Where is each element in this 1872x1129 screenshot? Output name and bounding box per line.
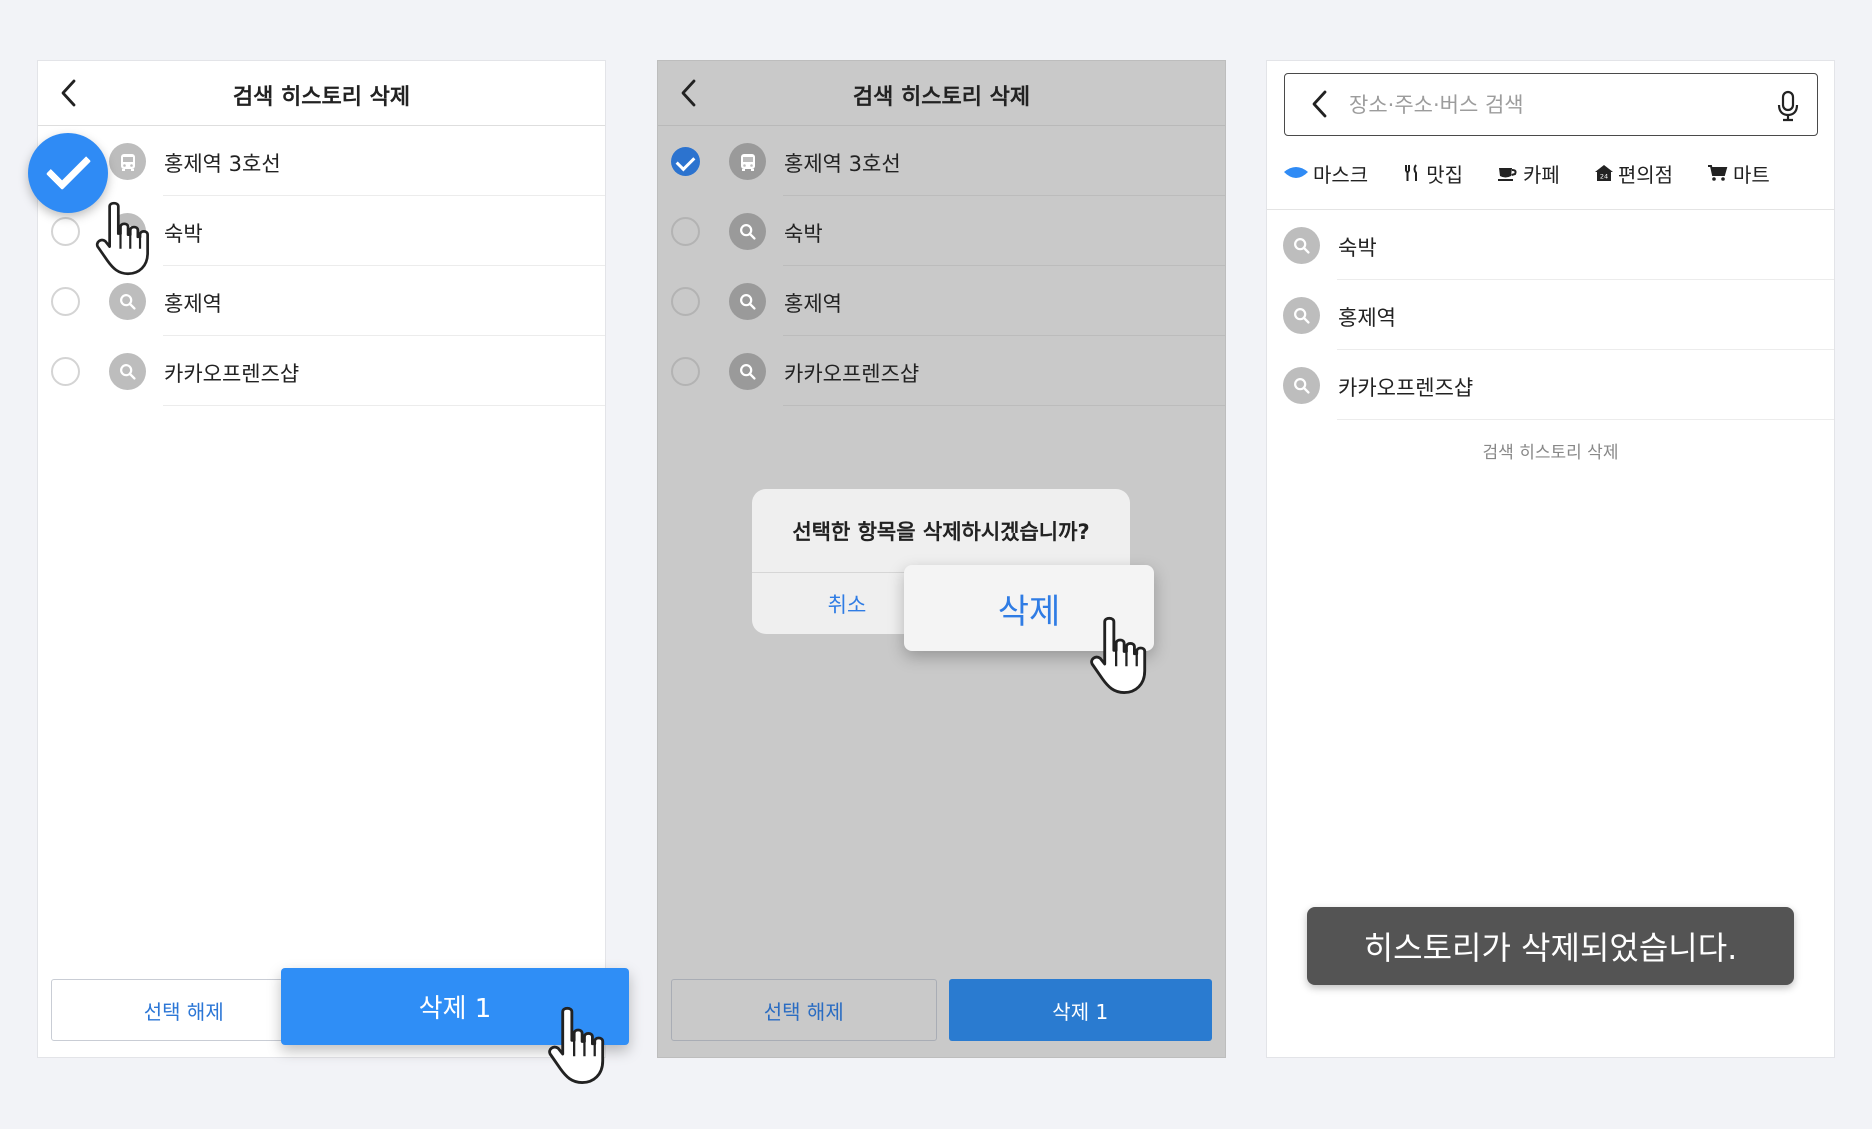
search-icon (1283, 297, 1320, 334)
history-list: 숙박 홍제역 카카오프렌즈샵 (1267, 209, 1834, 420)
search-icon (1283, 227, 1320, 264)
fork-knife-icon (1405, 164, 1418, 181)
item-label: 카카오프렌즈샵 (1338, 376, 1474, 400)
category-mart[interactable]: 마트 (1707, 158, 1770, 188)
store-24-icon: 24 (1594, 165, 1613, 181)
search-icon (109, 353, 146, 390)
toast-message: 히스토리가 삭제되었습니다. (1307, 907, 1794, 985)
checkbox[interactable] (671, 217, 700, 246)
back-arrow-icon[interactable] (1301, 84, 1341, 124)
list-item[interactable]: 카카오프렌즈샵 (658, 336, 1225, 406)
screen-select-history: 검색 히스토리 삭제 홍제역 3호선 숙박 홍제역 카카오프렌즈샵 선택 해제 … (28, 60, 629, 1058)
item-label: 숙박 (784, 222, 823, 246)
divider (1337, 419, 1834, 420)
search-icon (729, 213, 766, 250)
list-item[interactable]: 카카오프렌즈샵 (38, 336, 605, 406)
list-item[interactable]: 홍제역 (1267, 280, 1834, 350)
item-label: 카카오프렌즈샵 (784, 362, 920, 386)
bus-icon (729, 143, 766, 180)
pointer-hand-icon (546, 1006, 616, 1086)
page-title: 검색 히스토리 삭제 (232, 85, 411, 110)
category-mask[interactable]: 마스크 (1283, 158, 1368, 188)
search-icon (1283, 367, 1320, 404)
deselect-button[interactable]: 선택 해제 (671, 979, 937, 1041)
screen-history-deleted: 마스크 맛집 카페 24 편의점 마트 숙박 홍제역 (1266, 60, 1835, 1058)
search-input[interactable] (1349, 86, 1749, 124)
category-label: 카페 (1523, 162, 1560, 187)
microphone-icon[interactable] (1773, 89, 1803, 123)
category-convenience-store[interactable]: 24 편의점 (1594, 158, 1673, 188)
item-label: 홍제역 3호선 (164, 152, 281, 176)
svg-text:24: 24 (1600, 173, 1608, 181)
coffee-cup-icon (1498, 168, 1517, 181)
list-item[interactable]: 숙박 (1267, 210, 1834, 280)
category-label: 맛집 (1426, 162, 1464, 187)
history-list: 홍제역 3호선 숙박 홍제역 카카오프렌즈샵 (658, 126, 1225, 406)
page-title: 검색 히스토리 삭제 (852, 85, 1031, 110)
category-bar: 마스크 맛집 카페 24 편의점 마트 (1283, 158, 1834, 188)
category-label: 마트 (1733, 162, 1770, 187)
delete-history-link[interactable]: 검색 히스토리 삭제 (1267, 438, 1834, 463)
item-label: 홍제역 (164, 292, 222, 316)
header: 검색 히스토리 삭제 (658, 61, 1225, 126)
item-label: 홍제역 3호선 (784, 152, 901, 176)
item-label: 숙박 (164, 222, 203, 246)
category-cafe[interactable]: 카페 (1497, 158, 1560, 188)
delete-button[interactable]: 삭제 1 (948, 979, 1212, 1041)
checkbox[interactable] (51, 287, 80, 316)
checkbox[interactable] (671, 287, 700, 316)
list-item[interactable]: 카카오프렌즈샵 (1267, 350, 1834, 420)
list-item[interactable]: 숙박 (658, 196, 1225, 266)
checkbox[interactable] (51, 217, 80, 246)
bus-icon (109, 143, 146, 180)
divider (783, 405, 1225, 406)
search-icon (109, 283, 146, 320)
mask-icon (1284, 167, 1308, 178)
search-icon (729, 353, 766, 390)
search-icon (729, 283, 766, 320)
pointer-hand-icon (94, 201, 160, 277)
item-label: 숙박 (1338, 236, 1377, 260)
shopping-cart-icon (1708, 165, 1728, 181)
bottom-bar: 선택 해제 삭제 1 (671, 979, 1212, 1041)
list-item[interactable]: 홍제역 3호선 (38, 126, 605, 196)
dialog-message: 선택한 항목을 삭제하시겠습니까? (752, 489, 1130, 573)
category-label: 마스크 (1313, 162, 1369, 187)
category-label: 편의점 (1617, 162, 1674, 187)
list-item[interactable]: 홍제역 (658, 266, 1225, 336)
screen-confirm-delete: 검색 히스토리 삭제 홍제역 3호선 숙박 홍제역 카카오프렌즈샵 선택한 항목… (657, 60, 1226, 1058)
search-bar (1284, 73, 1818, 136)
item-label: 홍제역 (1338, 306, 1396, 330)
category-restaurant[interactable]: 맛집 (1402, 158, 1463, 188)
divider (163, 405, 605, 406)
item-label: 카카오프렌즈샵 (164, 362, 300, 386)
item-label: 홍제역 (784, 292, 842, 316)
header: 검색 히스토리 삭제 (38, 61, 605, 126)
checkbox[interactable] (671, 147, 700, 176)
deselect-button[interactable]: 선택 해제 (51, 979, 317, 1041)
list-item[interactable]: 홍제역 3호선 (658, 126, 1225, 196)
pointer-hand-icon (1088, 616, 1158, 696)
checkbox[interactable] (671, 357, 700, 386)
checkbox[interactable] (51, 357, 80, 386)
